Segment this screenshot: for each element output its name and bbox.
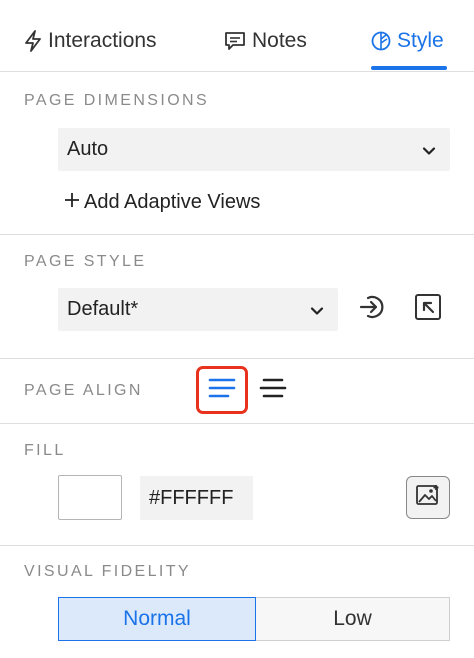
align-left-button[interactable] [196,366,248,414]
edit-style-button[interactable] [412,293,444,325]
align-center-icon [259,377,287,404]
add-adaptive-views-label: Add Adaptive Views [84,191,261,213]
apply-style-button[interactable] [356,293,388,325]
chevron-down-icon [422,138,436,161]
page-dimensions-select[interactable]: Auto [58,128,450,171]
fill-color-swatch[interactable] [58,475,122,520]
section-title-visual-fidelity: VISUAL FIDELITY [24,563,191,580]
divider [0,234,474,235]
section-title-page-dimensions: PAGE DIMENSIONS [24,92,210,109]
fill-image-button[interactable] [406,476,450,519]
add-adaptive-views-link[interactable]: Add Adaptive Views [64,191,260,214]
tab-interactions[interactable]: Interactions [24,24,157,58]
page-style-select[interactable]: Default* [58,288,338,331]
tab-notes[interactable]: Notes [224,24,307,58]
select-value: Auto [67,138,109,160]
divider [0,423,474,424]
tab-label: Notes [252,29,307,52]
select-value: Default* [67,298,139,320]
arrow-corner-icon [414,293,442,326]
tab-label: Style [397,29,444,52]
panel-tabs: Interactions Notes Style [0,0,474,72]
chevron-down-icon [310,298,324,321]
leaf-icon [371,30,391,52]
fill-hex-input[interactable]: #FFFFFF [140,476,253,520]
align-left-icon [208,377,236,404]
lightning-icon [24,30,42,52]
arrow-into-circle-icon [357,292,387,327]
plus-icon [64,191,80,214]
divider [0,545,474,546]
image-icon [415,483,441,512]
section-title-page-align: PAGE ALIGN [24,382,143,399]
divider [0,358,474,359]
align-center-button[interactable] [256,376,290,404]
fidelity-normal-option[interactable]: Normal [58,597,256,641]
tab-style[interactable]: Style [371,24,444,58]
section-title-page-style: PAGE STYLE [24,253,147,270]
section-title-fill: FILL [24,442,66,459]
fidelity-low-option[interactable]: Low [256,597,450,641]
comment-icon [224,30,246,52]
active-tab-indicator [371,66,447,70]
tab-label: Interactions [48,29,157,52]
